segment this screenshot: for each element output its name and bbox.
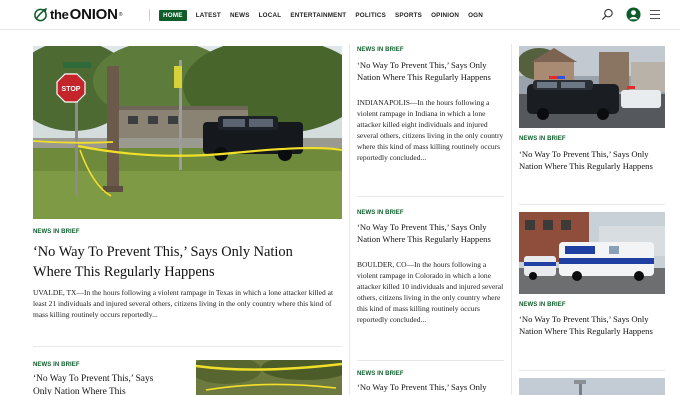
- nav-sports[interactable]: SPORTS: [395, 11, 422, 20]
- nav-ogn[interactable]: OGN: [468, 11, 483, 20]
- site-header: the ONION ® HOME LATEST NEWS LOCAL ENTER…: [0, 0, 680, 30]
- column-divider-right: [511, 44, 512, 395]
- lead-separator: [33, 346, 342, 347]
- nav-latest[interactable]: LATEST: [196, 11, 221, 20]
- lower-left-headline[interactable]: ‘No Way To Prevent This,’ Says Only Nati…: [33, 373, 193, 395]
- hamburger-menu-icon[interactable]: [650, 9, 660, 20]
- right-2-headline[interactable]: ‘No Way To Prevent This,’ Says Only Nati…: [519, 314, 664, 337]
- middle-2-kicker[interactable]: NEWS IN BRIEF: [357, 210, 404, 216]
- right-1-photo[interactable]: [519, 46, 665, 128]
- middle-separator-2: [357, 360, 504, 361]
- middle-1-excerpt: INDIANAPOLIS—In the hours following a vi…: [357, 98, 504, 162]
- middle-1-headline[interactable]: ‘No Way To Prevent This,’ Says Only Nati…: [357, 60, 502, 83]
- header-divider: [149, 9, 150, 21]
- nav-entertainment[interactable]: ENTERTAINMENT: [290, 11, 346, 20]
- middle-2-headline[interactable]: ‘No Way To Prevent This,’ Says Only Nati…: [357, 222, 502, 245]
- logo-registered-mark: ®: [118, 11, 123, 18]
- onion-logo-icon: [34, 7, 48, 22]
- right-1-kicker[interactable]: NEWS IN BRIEF: [519, 136, 566, 142]
- middle-separator-1: [357, 196, 504, 197]
- lead-headline[interactable]: ‘No Way To Prevent This,’ Says Only Nati…: [33, 242, 333, 282]
- nav-opinion[interactable]: OPINION: [431, 11, 459, 20]
- logo-the-text: the: [50, 7, 69, 22]
- nav-politics[interactable]: POLITICS: [355, 11, 386, 20]
- middle-3-headline[interactable]: ‘No Way To Prevent This,’ Says Only: [357, 382, 517, 394]
- account-icon[interactable]: [626, 7, 641, 22]
- middle-1-kicker[interactable]: NEWS IN BRIEF: [357, 47, 404, 53]
- lower-left-headline-line1: ‘No Way To Prevent This,’ Says: [33, 374, 154, 384]
- nav-home[interactable]: HOME: [159, 10, 187, 21]
- svg-text:STOP: STOP: [62, 86, 81, 93]
- nav-news[interactable]: NEWS: [230, 11, 250, 20]
- right-separator-2: [519, 370, 665, 371]
- logo-onion-text: ONION: [69, 6, 118, 23]
- main-nav: HOME LATEST NEWS LOCAL ENTERTAINMENT POL…: [159, 10, 492, 21]
- lead-excerpt: UVALDE, TX—In the hours following a viol…: [33, 288, 334, 319]
- search-icon[interactable]: [601, 8, 614, 21]
- right-2-photo[interactable]: [519, 212, 665, 294]
- lower-left-headline-line2: Only Nation Where This: [33, 387, 126, 395]
- right-3-photo[interactable]: [519, 378, 665, 395]
- nav-local[interactable]: LOCAL: [259, 11, 282, 20]
- right-2-kicker[interactable]: NEWS IN BRIEF: [519, 302, 566, 308]
- site-logo[interactable]: the ONION ®: [33, 6, 122, 23]
- lead-photo[interactable]: STOP: [33, 46, 342, 219]
- lead-kicker[interactable]: NEWS IN BRIEF: [33, 229, 80, 235]
- lower-left-photo[interactable]: [196, 360, 342, 395]
- column-divider-left: [349, 44, 350, 395]
- middle-3-kicker[interactable]: NEWS IN BRIEF: [357, 371, 404, 377]
- middle-2-excerpt: BOULDER, CO—In the hours following a vio…: [357, 260, 504, 324]
- right-1-headline[interactable]: ‘No Way To Prevent This,’ Says Only Nati…: [519, 149, 664, 172]
- right-separator-1: [519, 204, 665, 205]
- lower-left-kicker[interactable]: NEWS IN BRIEF: [33, 362, 80, 368]
